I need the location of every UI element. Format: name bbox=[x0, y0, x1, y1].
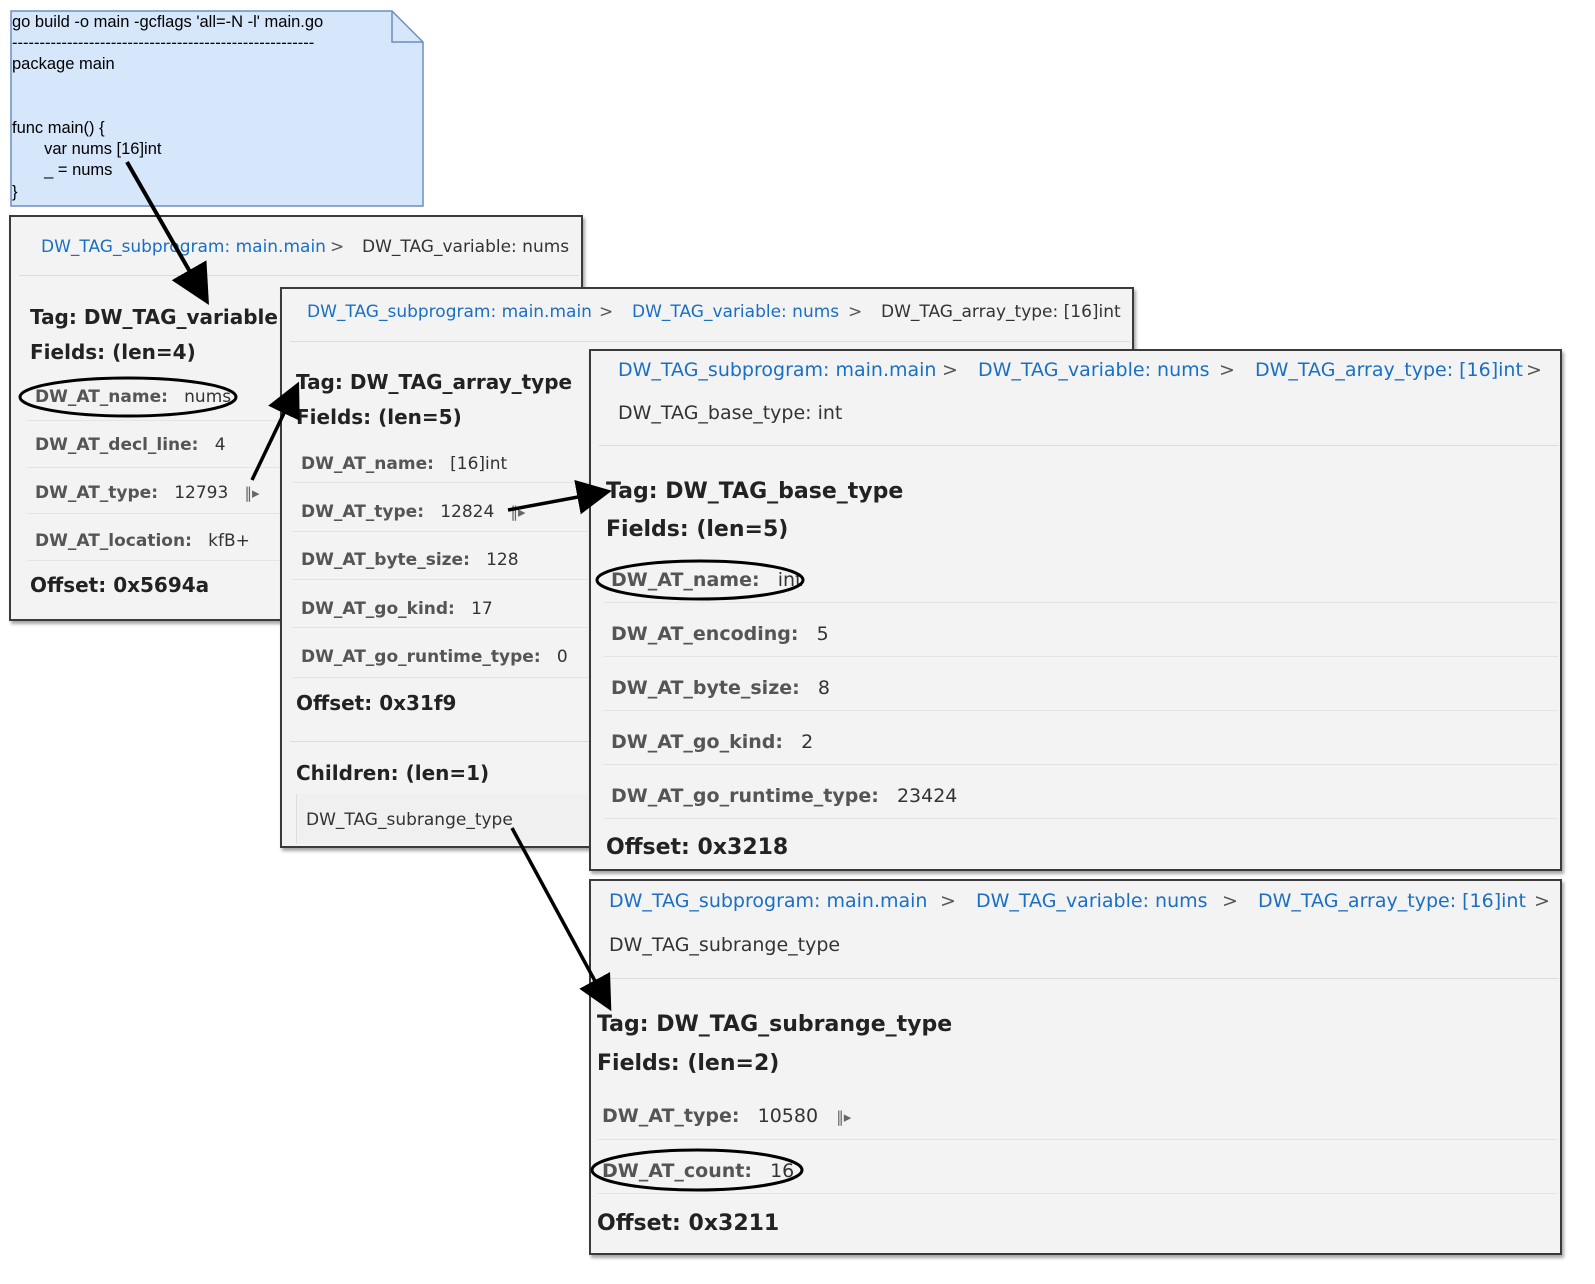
breadcrumb-current: DW_TAG_subrange_type bbox=[609, 934, 841, 956]
field-value: nums bbox=[184, 387, 232, 407]
child-item-subrange-type[interactable]: DW_TAG_subrange_type bbox=[306, 810, 513, 830]
offset-label: Offset: 0x3218 bbox=[606, 835, 789, 860]
breadcrumb-separator: > bbox=[1534, 890, 1550, 912]
field-value: int bbox=[777, 569, 803, 591]
breadcrumb-link[interactable]: DW_TAG_subprogram: main.main bbox=[41, 237, 326, 257]
field-key: DW_AT_go_kind: bbox=[301, 599, 455, 619]
field-key: DW_AT_name: bbox=[301, 454, 434, 474]
field-key: DW_AT_location: bbox=[35, 531, 192, 551]
note-line: func main() { bbox=[12, 119, 105, 138]
field-value: kfB+ bbox=[208, 531, 250, 551]
field-value: 5 bbox=[816, 623, 829, 645]
tag-heading: Tag: DW_TAG_subrange_type bbox=[597, 1012, 953, 1037]
field-row-byte-size: DW_AT_byte_size: 8 bbox=[611, 677, 830, 699]
breadcrumb-link[interactable]: DW_TAG_subprogram: main.main bbox=[618, 359, 936, 381]
field-key: DW_AT_go_runtime_type: bbox=[611, 785, 879, 807]
breadcrumb-link[interactable]: DW_TAG_variable: nums bbox=[978, 359, 1210, 381]
offset-label: Offset: 0x31f9 bbox=[296, 691, 457, 715]
note-line: var nums [16]int bbox=[12, 140, 162, 159]
field-key: DW_AT_go_runtime_type: bbox=[301, 647, 541, 667]
field-row-go-kind: DW_AT_go_kind: 17 bbox=[301, 599, 493, 619]
tag-heading: Tag: DW_TAG_array_type bbox=[296, 370, 573, 394]
field-value: 12793 bbox=[174, 483, 229, 503]
field-value: 8 bbox=[817, 677, 830, 699]
jump-to-icon[interactable]: ‖▸ bbox=[836, 1108, 851, 1126]
fields-heading: Fields: (len=4) bbox=[30, 340, 196, 364]
note-line: go build -o main -gcflags 'all=-N -l' ma… bbox=[12, 13, 324, 31]
field-row-type: DW_AT_type: 12824 ‖▸ bbox=[301, 502, 526, 522]
field-row-name: DW_AT_name: nums bbox=[35, 387, 231, 407]
breadcrumb-current: DW_TAG_array_type: [16]int bbox=[881, 302, 1121, 322]
field-key: DW_AT_go_kind: bbox=[611, 731, 783, 753]
jump-to-icon[interactable]: ‖▸ bbox=[245, 484, 260, 502]
field-value: 16 bbox=[770, 1160, 795, 1182]
field-key: DW_AT_type: bbox=[301, 502, 425, 522]
tag-heading: Tag: DW_TAG_base_type bbox=[606, 479, 904, 504]
field-value: 0 bbox=[556, 647, 568, 667]
breadcrumb-link[interactable]: DW_TAG_array_type: [16]int bbox=[1255, 359, 1523, 381]
field-value: 128 bbox=[486, 550, 519, 570]
field-key: DW_AT_byte_size: bbox=[301, 550, 470, 570]
field-row-count: DW_AT_count: 16 bbox=[602, 1160, 794, 1182]
field-row-type: DW_AT_type: 12793 ‖▸ bbox=[35, 483, 260, 503]
note-line: ----------------------------------------… bbox=[12, 34, 315, 53]
breadcrumb-link[interactable]: DW_TAG_subprogram: main.main bbox=[307, 302, 592, 322]
breadcrumb-separator: > bbox=[330, 237, 345, 257]
breadcrumb-separator: > bbox=[942, 359, 958, 381]
field-row-go-runtime-type: DW_AT_go_runtime_type: 23424 bbox=[611, 785, 957, 807]
field-key: DW_AT_type: bbox=[35, 483, 159, 503]
panel-base-type: DW_TAG_subprogram: main.main > DW_TAG_va… bbox=[589, 349, 1562, 871]
offset-label: Offset: 0x3211 bbox=[597, 1211, 780, 1236]
field-row-name: DW_AT_name: [16]int bbox=[301, 454, 507, 474]
panel-subrange-type: DW_TAG_subprogram: main.main > DW_TAG_va… bbox=[589, 879, 1562, 1255]
field-value: 12824 bbox=[440, 502, 495, 522]
breadcrumb-separator: > bbox=[848, 302, 863, 322]
field-value: 2 bbox=[801, 731, 814, 753]
fields-heading: Fields: (len=2) bbox=[597, 1051, 780, 1076]
breadcrumb-separator: > bbox=[1219, 359, 1235, 381]
breadcrumb-link[interactable]: DW_TAG_subprogram: main.main bbox=[609, 890, 927, 912]
breadcrumb-current: DW_TAG_base_type: int bbox=[618, 402, 843, 424]
offset-label: Offset: 0x5694a bbox=[30, 573, 210, 597]
note-line: _ = nums bbox=[12, 161, 113, 180]
field-value: 4 bbox=[214, 435, 226, 455]
field-key: DW_AT_name: bbox=[35, 387, 168, 407]
fields-heading: Fields: (len=5) bbox=[296, 405, 462, 429]
breadcrumb-separator: > bbox=[940, 890, 956, 912]
field-key: DW_AT_encoding: bbox=[611, 623, 799, 645]
breadcrumb-separator: > bbox=[599, 302, 614, 322]
field-key: DW_AT_decl_line: bbox=[35, 435, 199, 455]
children-heading: Children: (len=1) bbox=[296, 761, 490, 785]
note-code: go build -o main -gcflags 'all=-N -l' ma… bbox=[12, 12, 323, 203]
field-row-byte-size: DW_AT_byte_size: 128 bbox=[301, 550, 519, 570]
code-note: go build -o main -gcflags 'all=-N -l' ma… bbox=[10, 10, 424, 207]
fields-heading: Fields: (len=5) bbox=[606, 517, 789, 542]
field-row-name: DW_AT_name: int bbox=[611, 569, 802, 591]
field-row-go-runtime-type: DW_AT_go_runtime_type: 0 bbox=[301, 647, 568, 667]
tag-heading: Tag: DW_TAG_variable bbox=[30, 305, 278, 329]
breadcrumb-link[interactable]: DW_TAG_array_type: [16]int bbox=[1258, 890, 1526, 912]
jump-to-icon[interactable]: ‖▸ bbox=[511, 503, 526, 521]
breadcrumb-separator: > bbox=[1222, 890, 1238, 912]
breadcrumb-separator: > bbox=[1526, 359, 1542, 381]
field-value: 10580 bbox=[757, 1105, 819, 1127]
field-row-go-kind: DW_AT_go_kind: 2 bbox=[611, 731, 813, 753]
breadcrumb-link[interactable]: DW_TAG_variable: nums bbox=[632, 302, 839, 322]
note-line: } bbox=[12, 182, 18, 201]
field-row-encoding: DW_AT_encoding: 5 bbox=[611, 623, 829, 645]
field-key: DW_AT_count: bbox=[602, 1160, 752, 1182]
field-value: [16]int bbox=[450, 454, 508, 474]
field-key: DW_AT_type: bbox=[602, 1105, 740, 1127]
field-row-location: DW_AT_location: kfB+ bbox=[35, 531, 250, 551]
breadcrumb-link[interactable]: DW_TAG_variable: nums bbox=[976, 890, 1208, 912]
field-key: DW_AT_name: bbox=[611, 569, 760, 591]
field-value: 23424 bbox=[896, 785, 958, 807]
breadcrumb-current: DW_TAG_variable: nums bbox=[362, 237, 570, 257]
field-value: 17 bbox=[471, 599, 493, 619]
note-line: package main bbox=[12, 55, 115, 74]
field-key: DW_AT_byte_size: bbox=[611, 677, 800, 699]
field-row-type: DW_AT_type: 10580 ‖▸ bbox=[602, 1105, 851, 1127]
field-row-decl-line: DW_AT_decl_line: 4 bbox=[35, 435, 226, 455]
